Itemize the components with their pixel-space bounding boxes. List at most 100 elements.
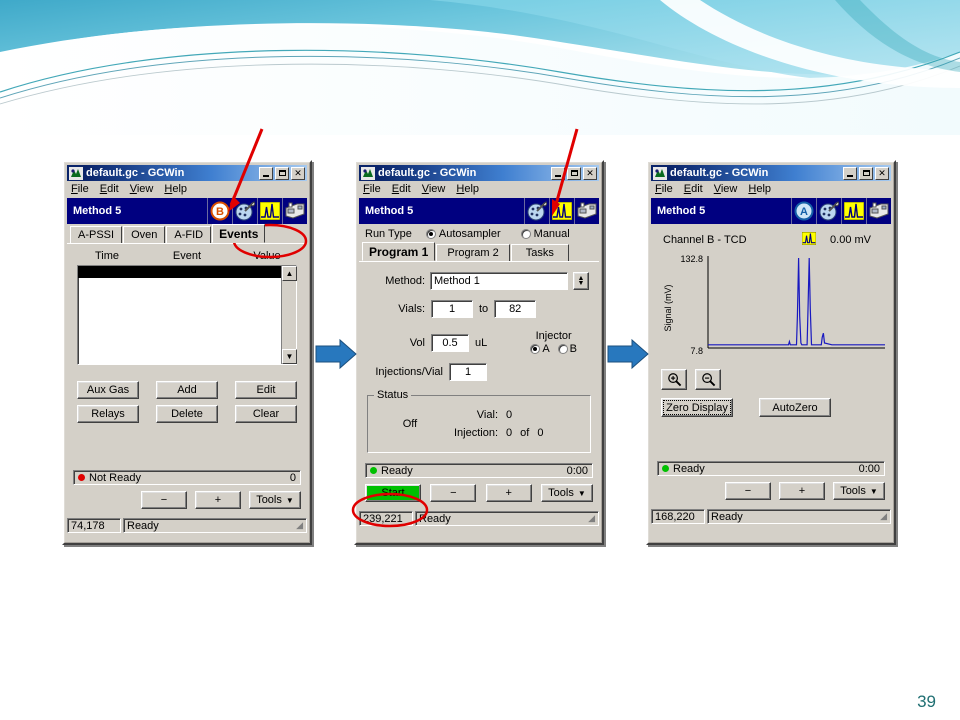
palette-dial-icon[interactable]	[816, 198, 841, 224]
chromatogram-plot[interactable]: 132.8 7.8 Signal (mV)	[657, 250, 885, 365]
tools-dropdown-button[interactable]: Tools ▼	[833, 482, 885, 500]
gc-instrument-icon[interactable]	[866, 198, 891, 224]
increment-button[interactable]: +	[195, 491, 241, 509]
menu-item-edit[interactable]: Edit	[392, 183, 411, 195]
vol-input[interactable]: 0.5	[431, 333, 469, 352]
scroll-up-icon[interactable]: ▲	[282, 266, 297, 281]
radio-manual[interactable]: Manual	[520, 228, 570, 240]
bottom-controls[interactable]: Start − + Tools ▼	[365, 484, 593, 502]
radio-injector-b[interactable]: B	[557, 343, 577, 355]
resize-grip-icon[interactable]: ◢	[588, 513, 595, 524]
tab-a-pssi[interactable]: A-PSSI	[70, 226, 123, 243]
chromatogram-icon[interactable]	[549, 198, 574, 224]
menu-item-view[interactable]: View	[714, 183, 738, 195]
tab-tasks[interactable]: Tasks	[510, 244, 569, 261]
method-bar-icons[interactable]	[524, 198, 599, 224]
detector-b-icon[interactable]: B	[207, 198, 232, 224]
menu-item-file[interactable]: File	[655, 183, 673, 195]
radio-icon[interactable]	[520, 229, 531, 239]
minimize-button[interactable]	[259, 166, 273, 180]
window-events[interactable]: default.gc - GCWin ✕ File Edit View Help…	[62, 160, 312, 545]
window-buttons[interactable]: ✕	[551, 166, 597, 180]
vials-row[interactable]: Vials: 1 to 82	[369, 300, 589, 318]
close-button[interactable]: ✕	[875, 166, 889, 180]
menu-item-help[interactable]: Help	[748, 183, 771, 195]
events-action-buttons[interactable]: Aux Gas Add Edit Relays Delete Clear	[77, 381, 297, 423]
maximize-button[interactable]	[567, 166, 581, 180]
method-row[interactable]: Method: Method 1 ▲ ▼	[369, 272, 589, 290]
close-button[interactable]: ✕	[583, 166, 597, 180]
zoom-out-icon[interactable]	[695, 369, 721, 390]
tab-oven[interactable]: Oven	[123, 226, 166, 243]
relays-button[interactable]: Relays	[77, 405, 139, 423]
tools-dropdown-button[interactable]: Tools ▼	[540, 484, 593, 502]
decrement-button[interactable]: −	[141, 491, 187, 509]
increment-button[interactable]: +	[779, 482, 825, 500]
bottom-controls[interactable]: − + Tools ▼	[725, 482, 885, 500]
window-buttons[interactable]: ✕	[259, 166, 305, 180]
maximize-button[interactable]	[859, 166, 873, 180]
resize-grip-icon[interactable]: ◢	[296, 520, 303, 531]
zoom-in-icon[interactable]	[661, 369, 687, 390]
maximize-button[interactable]	[275, 166, 289, 180]
palette-dial-icon[interactable]	[232, 198, 257, 224]
window-autosampler[interactable]: default.gc - GCWin ✕ File Edit View Help…	[354, 160, 604, 545]
method-bar-icons[interactable]: B	[207, 198, 307, 224]
gc-instrument-icon[interactable]	[574, 198, 599, 224]
bottom-controls[interactable]: − + Tools ▼	[141, 491, 301, 509]
decrement-button[interactable]: −	[725, 482, 771, 500]
radio-injector-a[interactable]: A	[530, 343, 550, 355]
title-bar[interactable]: default.gc - GCWin ✕	[651, 165, 891, 181]
close-button[interactable]: ✕	[291, 166, 305, 180]
method-spinner[interactable]: ▲ ▼	[573, 272, 589, 290]
tools-dropdown-button[interactable]: Tools ▼	[249, 491, 301, 509]
vials-to-input[interactable]: 82	[494, 300, 537, 318]
scroll-down-icon[interactable]: ▼	[282, 349, 297, 364]
vol-row[interactable]: Vol 0.5 uL Injector A B	[369, 330, 589, 355]
start-button[interactable]: Start	[365, 484, 421, 502]
title-bar[interactable]: default.gc - GCWin ✕	[67, 165, 307, 181]
edit-button[interactable]: Edit	[235, 381, 297, 399]
menu-item-edit[interactable]: Edit	[684, 183, 703, 195]
decrement-button[interactable]: −	[430, 484, 477, 502]
method-select[interactable]: Method 1	[430, 272, 568, 290]
tab-program-1[interactable]: Program 1	[362, 242, 436, 261]
minimize-button[interactable]	[551, 166, 565, 180]
menu-bar[interactable]: File Edit View Help	[359, 181, 599, 197]
method-bar-icons[interactable]: A	[791, 198, 891, 224]
menu-item-help[interactable]: Help	[164, 183, 187, 195]
menu-item-view[interactable]: View	[422, 183, 446, 195]
title-bar[interactable]: default.gc - GCWin ✕	[359, 165, 599, 181]
menu-item-file[interactable]: File	[71, 183, 89, 195]
radio-icon-selected[interactable]	[425, 229, 436, 239]
menu-item-help[interactable]: Help	[456, 183, 479, 195]
increment-button[interactable]: +	[485, 484, 532, 502]
resize-grip-icon[interactable]: ◢	[880, 511, 887, 522]
vertical-scrollbar[interactable]: ▲ ▼	[281, 266, 297, 364]
plot-action-buttons[interactable]: Zero Display AutoZero	[661, 398, 881, 417]
gc-instrument-icon[interactable]	[282, 198, 307, 224]
run-type-row[interactable]: Run Type Autosampler Manual	[359, 224, 599, 242]
zero-display-button[interactable]: Zero Display	[661, 398, 733, 417]
chromatogram-small-icon[interactable]	[801, 231, 817, 248]
menu-item-view[interactable]: View	[130, 183, 154, 195]
palette-dial-icon[interactable]	[524, 198, 549, 224]
autosampler-a-icon[interactable]: A	[791, 198, 816, 224]
add-button[interactable]: Add	[156, 381, 218, 399]
autozero-button[interactable]: AutoZero	[759, 398, 831, 417]
table-row[interactable]	[78, 266, 281, 278]
chromatogram-icon[interactable]	[257, 198, 282, 224]
tab-events[interactable]: Events	[212, 224, 266, 243]
injections-row[interactable]: Injections/Vial 1	[369, 363, 589, 381]
radio-icon[interactable]	[557, 344, 568, 354]
menu-bar[interactable]: File Edit View Help	[67, 181, 307, 197]
vials-from-input[interactable]: 1	[431, 300, 473, 318]
events-table[interactable]: ▲ ▼	[77, 265, 297, 365]
tab-row[interactable]: Program 1 Program 2 Tasks	[359, 242, 599, 261]
tab-program-2[interactable]: Program 2	[436, 244, 510, 261]
clear-button[interactable]: Clear	[235, 405, 297, 423]
tab-a-fid[interactable]: A-FID	[166, 226, 212, 243]
radio-icon-selected[interactable]	[530, 344, 541, 354]
injections-input[interactable]: 1	[449, 363, 487, 381]
tab-row[interactable]: A-PSSI Oven A-FID Events	[67, 224, 307, 243]
